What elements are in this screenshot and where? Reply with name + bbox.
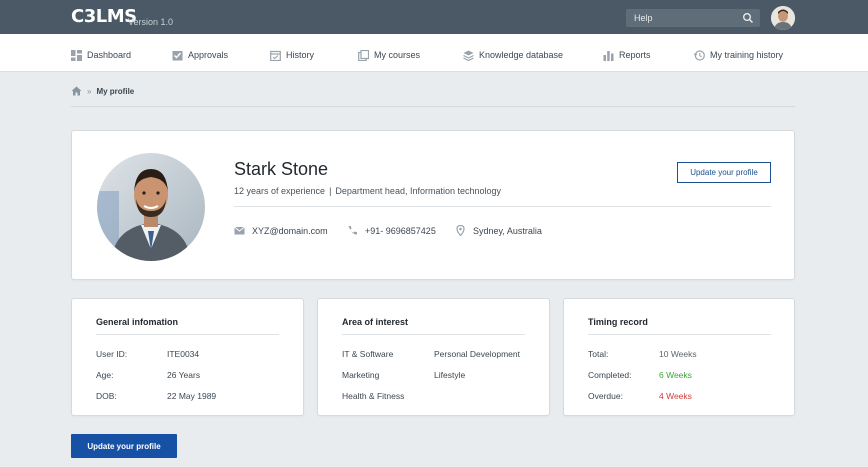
user-id-label: User ID:: [96, 349, 128, 359]
nav-item-reports[interactable]: Reports: [603, 48, 651, 62]
dob-label: DOB:: [96, 391, 117, 401]
completed-label: Completed:: [588, 370, 632, 380]
nav-label: Approvals: [188, 50, 229, 60]
nav-item-knowledge-database[interactable]: Knowledge database: [463, 48, 563, 62]
area-of-interest-title: Area of interest: [342, 317, 409, 327]
nav-item-my-training-history[interactable]: My training history: [694, 48, 783, 62]
interest-item: IT & Software: [342, 349, 394, 359]
main-nav: Dashboard Approvals History My courses K…: [0, 34, 868, 72]
profile-role: Department head, Information technology: [335, 186, 502, 196]
reports-icon: [603, 50, 614, 61]
profile-name: Stark Stone: [234, 159, 329, 179]
search-icon[interactable]: [742, 12, 754, 24]
interest-item: Lifestyle: [434, 370, 466, 380]
card-divider: [342, 334, 525, 335]
profile-email[interactable]: XYZ@domain.com: [234, 225, 328, 236]
overdue-label: Overdue:: [588, 391, 623, 401]
nav-label: My training history: [710, 50, 784, 60]
nav-item-dashboard[interactable]: Dashboard: [71, 48, 131, 62]
profile-location: Sydney, Australia: [455, 225, 542, 236]
breadcrumb-current: My profile: [96, 86, 135, 96]
location-pin-icon: [456, 225, 465, 236]
interest-item: Personal Development: [434, 349, 520, 359]
knowledge-icon: [463, 50, 474, 61]
age-label: Age:: [96, 370, 114, 380]
app-version: Version 1.0: [128, 17, 174, 27]
breadcrumb: » My profile: [71, 86, 134, 96]
nav-label: Dashboard: [87, 50, 132, 60]
area-of-interest-card: Area of interest IT & Software Marketing…: [317, 298, 550, 416]
dob-value: 22 May 1989: [167, 391, 217, 401]
history-icon: [270, 50, 281, 61]
app-logo[interactable]: C3LMS: [71, 8, 137, 26]
general-info-title: General infomation: [96, 317, 179, 327]
overdue-value: 4 Weeks: [659, 391, 692, 401]
interest-item: Health & Fitness: [342, 391, 405, 401]
completed-value: 6 Weeks: [659, 370, 692, 380]
card-divider: [96, 334, 279, 335]
breadcrumb-divider: [71, 106, 795, 107]
total-label: Total:: [588, 349, 609, 359]
dashboard-icon: [71, 49, 82, 61]
general-info-card: General infomation User ID: ITE0034 Age:…: [71, 298, 304, 416]
courses-icon: [358, 49, 369, 61]
age-value: 26 Years: [167, 370, 201, 380]
nav-label: My courses: [374, 50, 421, 60]
profile-experience: 12 years of experience: [234, 186, 326, 196]
profile-divider: [234, 206, 771, 207]
mail-icon: [234, 226, 245, 235]
nav-item-approvals[interactable]: Approvals: [172, 48, 228, 62]
profile-subline: 12 years of experience | Department head…: [234, 186, 501, 196]
help-search-placeholder: Help: [634, 13, 653, 23]
profile-photo: [97, 153, 205, 261]
nav-item-history[interactable]: History: [270, 48, 314, 62]
home-icon[interactable]: [71, 86, 82, 96]
profile-phone[interactable]: +91- 9696857425: [347, 225, 436, 236]
profile-card: Stark Stone 12 years of experience | Dep…: [71, 130, 795, 280]
top-bar: C3LMS Version 1.0 Help: [0, 0, 868, 34]
phone-icon: [348, 226, 357, 235]
user-id-value: ITE0034: [167, 349, 200, 359]
timing-record-card: Timing record Total: 10 Weeks Completed:…: [563, 298, 795, 416]
profile-location-text: Sydney, Australia: [473, 225, 542, 236]
training-history-icon: [694, 49, 705, 61]
subline-separator: |: [329, 186, 332, 196]
user-avatar[interactable]: [771, 6, 795, 30]
profile-phone-text: +91- 9696857425: [365, 225, 436, 236]
nav-label: History: [286, 50, 315, 60]
timing-record-title: Timing record: [588, 317, 648, 327]
total-value: 10 Weeks: [659, 349, 697, 359]
nav-label: Reports: [619, 50, 651, 60]
approvals-icon: [172, 50, 183, 60]
nav-label: Knowledge database: [479, 50, 564, 60]
update-profile-button[interactable]: Update your profile: [677, 162, 771, 183]
interest-item: Marketing: [342, 370, 380, 380]
nav-item-my-courses[interactable]: My courses: [358, 48, 420, 62]
help-search-input[interactable]: Help: [626, 9, 760, 27]
profile-email-text: XYZ@domain.com: [252, 225, 328, 236]
update-profile-primary-button[interactable]: Update your profile: [71, 434, 177, 458]
breadcrumb-separator: »: [87, 86, 92, 96]
card-divider: [588, 334, 771, 335]
